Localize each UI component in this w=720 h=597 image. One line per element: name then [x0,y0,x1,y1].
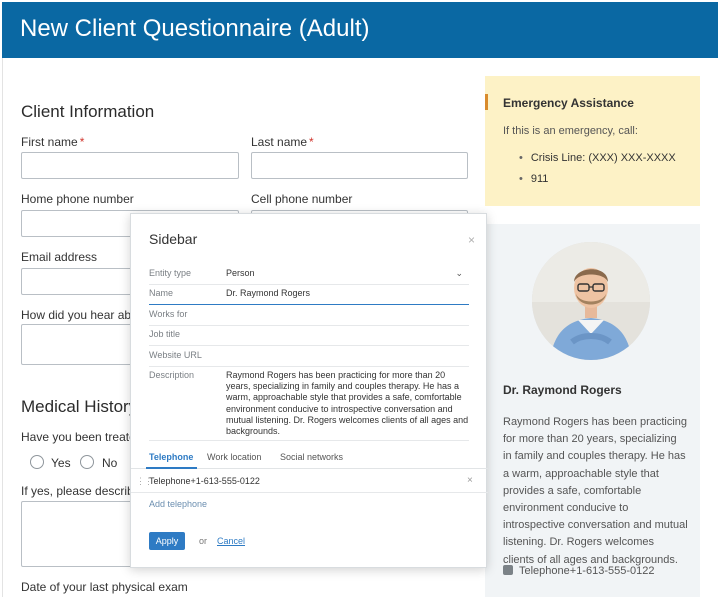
last-name-label: Last name * [251,135,314,149]
telephone-row: ⋮⋮ Telephone+1-613-555-0122 × [131,470,488,493]
yes-radio[interactable] [30,455,44,469]
website-label: Website URL [149,350,202,360]
name-label: Name [149,288,174,298]
tab-social-networks[interactable]: Social networks [280,452,343,462]
description-field[interactable]: Description Raymond Rogers has been prac… [149,370,469,441]
active-tab-indicator [146,467,197,469]
last-name-input[interactable] [251,152,468,179]
emergency-intro: If this is an emergency, call: [503,125,638,137]
page-title: New Client Questionnaire (Adult) [20,15,370,42]
modal-tabs: Telephone Work location Social networks [131,450,488,469]
page-header: New Client Questionnaire (Adult) [2,2,718,58]
or-text: or [199,536,208,546]
person-photo-icon [532,242,650,360]
avatar [532,242,650,360]
cell-phone-label: Cell phone number [251,192,353,206]
emergency-accent-bar [485,94,488,110]
website-field[interactable]: Website URL [149,350,469,367]
sidebar-modal: Sidebar × Entity type Person ⌄ Name Dr. … [130,213,488,568]
emergency-item: Crisis Line: (XXX) XXX-XXXX [503,152,676,173]
entity-type-value: Person [226,268,255,278]
first-name-label: First name * [21,135,85,149]
emergency-panel: Emergency Assistance If this is an emerg… [485,76,700,206]
job-title-field[interactable]: Job title [149,329,469,346]
tab-telephone[interactable]: Telephone [149,452,193,462]
no-label: No [102,456,118,470]
tab-work-location[interactable]: Work location [207,452,261,462]
entity-type-label: Entity type [149,268,192,278]
home-phone-label: Home phone number [21,192,134,206]
description-label: Description [149,370,195,380]
first-name-input[interactable] [21,152,239,179]
email-label: Email address [21,250,98,264]
apply-button[interactable]: Apply [149,532,185,550]
cancel-link[interactable]: Cancel [217,536,245,546]
name-value: Dr. Raymond Rogers [226,288,311,298]
profile-phone: Telephone+1-613-555-0122 [503,565,654,577]
telephone-value[interactable]: Telephone+1-613-555-0122 [149,476,260,486]
works-for-label: Works for [149,309,188,319]
add-telephone-link[interactable]: Add telephone [149,499,207,509]
yes-label: Yes [51,456,71,470]
description-value: Raymond Rogers has been practicing for m… [226,370,469,437]
last-exam-label: Date of your last physical exam [21,580,188,594]
client-info-title: Client Information [21,102,155,121]
medical-history-title: Medical History [21,397,138,416]
profile-card: Dr. Raymond Rogers Raymond Rogers has be… [485,224,700,597]
modal-title: Sidebar [149,231,198,247]
remove-telephone-icon[interactable]: × [467,475,473,486]
emergency-item: 911 [503,173,676,194]
profile-phone-text: Telephone+1-613-555-0122 [519,565,655,577]
profile-description: Raymond Rogers has been practicing for m… [503,416,688,566]
emergency-title: Emergency Assistance [503,96,634,110]
works-for-field[interactable]: Works for [149,309,469,326]
chevron-down-icon: ⌄ [455,268,463,278]
phone-icon [503,565,513,575]
profile-name: Dr. Raymond Rogers [503,383,622,397]
job-title-label: Job title [149,329,181,339]
entity-type-field[interactable]: Entity type Person ⌄ [149,268,469,285]
no-radio[interactable] [80,455,94,469]
emergency-list: Crisis Line: (XXX) XXX-XXXX 911 [503,152,676,194]
name-field[interactable]: Name Dr. Raymond Rogers [149,288,469,305]
close-icon[interactable]: × [468,233,475,247]
